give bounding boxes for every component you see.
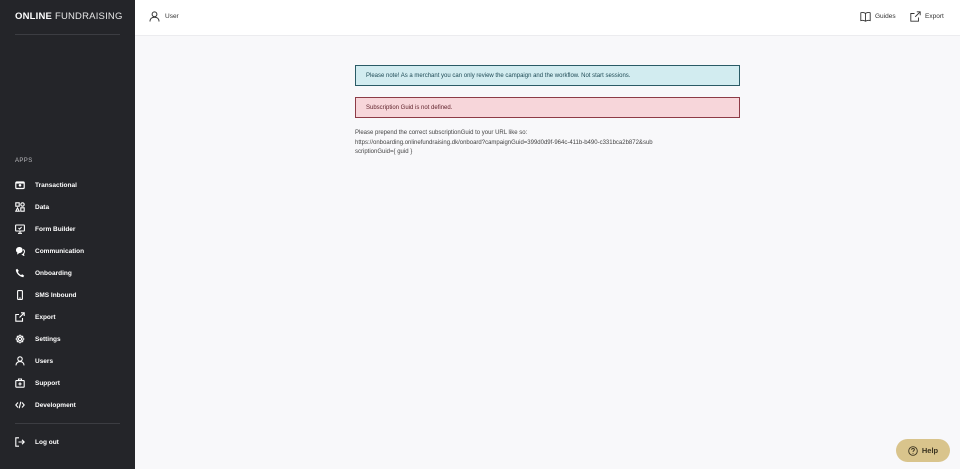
sidebar-item-export[interactable]: Export bbox=[0, 306, 135, 328]
export-icon bbox=[910, 11, 921, 22]
sidebar-item-form-builder[interactable]: Form Builder bbox=[0, 218, 135, 240]
user-icon bbox=[15, 356, 25, 366]
phone-icon bbox=[15, 268, 25, 278]
book-icon bbox=[860, 12, 871, 22]
sidebar-item-data[interactable]: Data bbox=[0, 196, 135, 218]
export-label: Export bbox=[925, 13, 944, 20]
sidebar-item-label: Data bbox=[35, 203, 50, 211]
user-icon bbox=[149, 11, 160, 22]
sidebar-item-users[interactable]: Users bbox=[0, 350, 135, 372]
sidebar-item-support[interactable]: Support bbox=[0, 372, 135, 394]
logout-button[interactable]: Log out bbox=[0, 431, 135, 453]
sidebar-item-label: Communication bbox=[35, 247, 85, 255]
wallet-icon bbox=[15, 180, 25, 190]
guides-button[interactable]: Guides bbox=[860, 11, 896, 22]
gear-icon bbox=[15, 334, 25, 344]
sidebar-nav: Transactional Data Form Builder Communic… bbox=[0, 174, 135, 416]
info-alert: Please note! As a merchant you can only … bbox=[355, 65, 740, 86]
help-label: Help bbox=[921, 446, 939, 455]
sidebar-item-sms-inbound[interactable]: SMS Inbound bbox=[0, 284, 135, 306]
sidebar-item-label: SMS Inbound bbox=[35, 291, 77, 299]
sidebar-item-label: Form Builder bbox=[35, 225, 76, 233]
export-button[interactable]: Export bbox=[910, 11, 944, 22]
logout-label: Log out bbox=[35, 438, 59, 446]
sidebar-item-label: Development bbox=[35, 401, 76, 409]
chat-icon bbox=[15, 246, 25, 256]
sidebar-item-label: Users bbox=[35, 357, 54, 365]
mobile-icon bbox=[15, 290, 25, 300]
monitor-icon bbox=[15, 224, 25, 234]
sidebar-divider bbox=[15, 34, 120, 35]
instructions-text: Please prepend the correct subscriptionG… bbox=[355, 129, 655, 158]
question-icon bbox=[908, 445, 918, 456]
brand-bold: ONLINE bbox=[15, 11, 53, 22]
export-icon bbox=[15, 312, 25, 322]
sidebar-item-label: Onboarding bbox=[35, 269, 72, 277]
sidebar-item-development[interactable]: Development bbox=[0, 394, 135, 416]
brand-light: FUNDRAISING bbox=[54, 11, 123, 22]
error-alert: Subscription Guid is not defined. bbox=[355, 97, 740, 118]
sidebar-item-settings[interactable]: Settings bbox=[0, 328, 135, 350]
example-url: https://onboarding.onlinefundraising.dk/… bbox=[355, 139, 653, 156]
sidebar-item-label: Support bbox=[35, 379, 60, 387]
sidebar-item-communication[interactable]: Communication bbox=[0, 240, 135, 262]
user-label: User bbox=[165, 13, 179, 20]
sidebar: ONLINE FUNDRAISING APPS Transactional Da… bbox=[0, 0, 135, 469]
sidebar-item-transactional[interactable]: Transactional bbox=[0, 174, 135, 196]
brand-logo[interactable]: ONLINE FUNDRAISING bbox=[15, 11, 123, 22]
sidebar-item-label: Settings bbox=[35, 335, 61, 343]
code-icon bbox=[15, 400, 25, 410]
guides-label: Guides bbox=[875, 13, 896, 20]
sidebar-item-label: Transactional bbox=[35, 181, 77, 189]
apps-section-label: APPS bbox=[15, 158, 33, 164]
instructions-line: Please prepend the correct subscriptionG… bbox=[355, 130, 528, 136]
help-button[interactable]: Help bbox=[896, 439, 950, 462]
user-menu[interactable]: User bbox=[149, 11, 179, 22]
sidebar-item-onboarding[interactable]: Onboarding bbox=[0, 262, 135, 284]
sidebar-divider bbox=[15, 423, 120, 424]
logout-icon bbox=[15, 437, 25, 447]
support-icon bbox=[15, 378, 25, 388]
data-icon bbox=[15, 202, 25, 212]
top-header: User Guides Export bbox=[135, 0, 960, 36]
sidebar-item-label: Export bbox=[35, 313, 56, 321]
